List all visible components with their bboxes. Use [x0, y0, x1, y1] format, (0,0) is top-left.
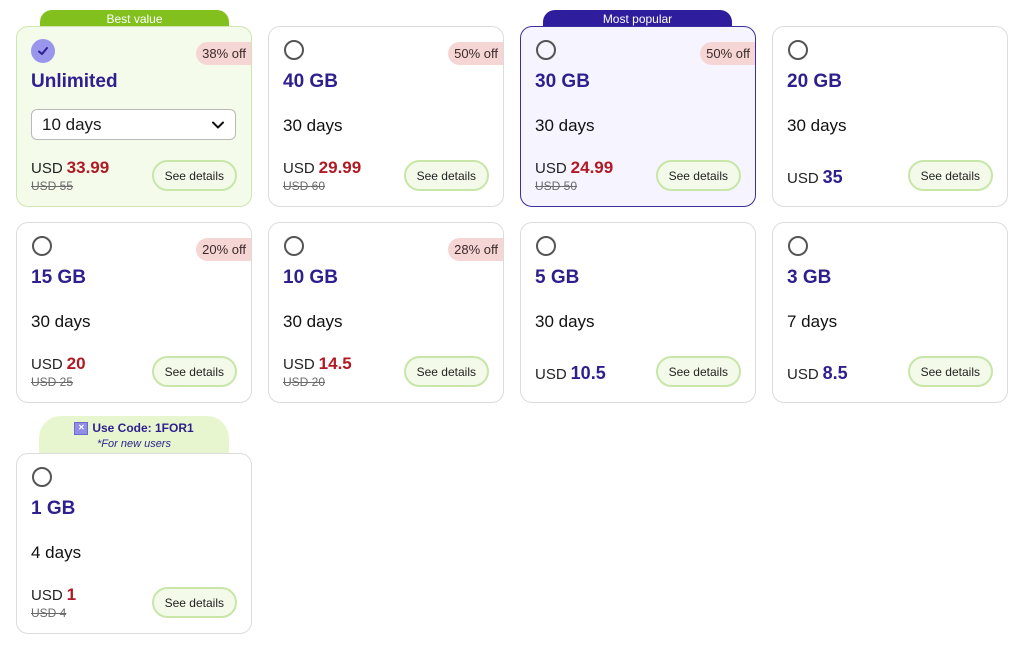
price-amount: 33.99: [66, 158, 110, 177]
old-price: USD 25: [31, 375, 74, 389]
see-details-button[interactable]: See details: [907, 356, 993, 387]
currency-label: USD: [31, 160, 63, 177]
plan-card-30gb[interactable]: 50% off 30 GB 30 days USD 24.99 USD 50 Se…: [520, 26, 756, 207]
discount-badge: 20% off: [196, 238, 251, 261]
plan-radio[interactable]: [284, 236, 304, 256]
price: USD 20: [31, 354, 86, 374]
plan-duration: 30 days: [283, 116, 343, 135]
old-price: USD 4: [31, 606, 67, 620]
plan-name: Unlimited: [31, 71, 118, 92]
plan-radio[interactable]: [536, 40, 556, 60]
old-price: USD 50: [535, 179, 578, 193]
plan-card-10gb[interactable]: 28% off 10 GB 30 days USD 14.5 USD 20 See…: [268, 222, 504, 403]
price-amount: 10.5: [570, 363, 606, 383]
promo-banner: ✕ Use Code: 1FOR1 *For new users: [39, 416, 229, 454]
duration-select-value: 10 days: [42, 114, 102, 134]
plan-card-15gb[interactable]: 20% off 15 GB 30 days USD 20 USD 25 See d…: [16, 222, 252, 403]
currency-label: USD: [535, 160, 567, 177]
price: USD 14.5: [283, 354, 352, 374]
plan-name: 5 GB: [535, 267, 580, 288]
price-amount: 1: [66, 585, 77, 604]
plan-radio[interactable]: [788, 236, 808, 256]
plan-name: 3 GB: [787, 267, 832, 288]
check-icon: [38, 47, 48, 55]
price: USD 24.99: [535, 158, 613, 178]
duration-select[interactable]: 10 days: [31, 109, 236, 140]
plan-name: 15 GB: [31, 267, 86, 288]
best-value-label: Best value: [106, 11, 163, 26]
plan-radio[interactable]: [536, 236, 556, 256]
plan-duration: 4 days: [31, 543, 82, 562]
most-popular-badge: Most popular: [543, 10, 732, 27]
promo-code-line: ✕ Use Code: 1FOR1: [39, 421, 229, 435]
plan-radio[interactable]: [788, 40, 808, 60]
plan-card-5gb[interactable]: 5 GB 30 days USD 10.5 See details: [520, 222, 756, 403]
discount-badge: 50% off: [448, 42, 503, 65]
discount-badge: 28% off: [448, 238, 503, 261]
most-popular-label: Most popular: [602, 11, 673, 26]
see-details-button[interactable]: See details: [907, 160, 993, 191]
chevron-down-icon: [212, 121, 224, 128]
plan-name: 1 GB: [31, 498, 76, 519]
plan-duration: 30 days: [283, 312, 343, 331]
price: USD 29.99: [283, 158, 361, 178]
promo-code-text: Use Code: 1FOR1: [92, 421, 194, 435]
plan-card-1gb[interactable]: 1 GB 4 days USD 1 USD 4 See details: [16, 453, 252, 634]
price-amount: 24.99: [570, 158, 614, 177]
plan-duration: 7 days: [787, 312, 838, 331]
see-details-button[interactable]: See details: [151, 587, 237, 618]
price: USD 10.5: [535, 363, 606, 384]
see-details-button[interactable]: See details: [151, 356, 237, 387]
currency-label: USD: [283, 356, 315, 373]
plan-name: 10 GB: [283, 267, 338, 288]
plan-card-unlimited[interactable]: 38% off Unlimited 10 days USD 33.99 USD 5…: [16, 26, 252, 207]
price: USD 33.99: [31, 158, 109, 178]
plan-duration: 30 days: [787, 116, 847, 135]
currency-label: USD: [787, 366, 819, 383]
price-amount: 35: [822, 167, 843, 187]
plan-radio[interactable]: [32, 236, 52, 256]
see-details-button[interactable]: See details: [403, 160, 489, 191]
discount-badge: 50% off: [700, 42, 755, 65]
price-amount: 20: [66, 354, 86, 373]
price: USD 1: [31, 585, 76, 605]
old-price: USD 55: [31, 179, 74, 193]
currency-label: USD: [283, 160, 315, 177]
plan-name: 30 GB: [535, 71, 590, 92]
promo-note: *For new users: [97, 438, 171, 450]
price: USD 8.5: [787, 363, 848, 384]
plan-card-40gb[interactable]: 50% off 40 GB 30 days USD 29.99 USD 60 Se…: [268, 26, 504, 207]
plan-name: 20 GB: [787, 71, 842, 92]
currency-label: USD: [31, 356, 63, 373]
plan-card-3gb[interactable]: 3 GB 7 days USD 8.5 See details: [772, 222, 1008, 403]
plan-duration: 30 days: [535, 116, 595, 135]
plan-radio[interactable]: [32, 467, 52, 487]
see-details-button[interactable]: See details: [655, 356, 741, 387]
plan-radio[interactable]: [284, 40, 304, 60]
plan-duration: 30 days: [31, 312, 91, 331]
currency-label: USD: [535, 366, 567, 383]
plan-card-20gb[interactable]: 20 GB 30 days USD 35 See details: [772, 26, 1008, 207]
see-details-button[interactable]: See details: [151, 160, 237, 191]
plan-duration: 30 days: [535, 312, 595, 331]
price: USD 35: [787, 167, 843, 188]
old-price: USD 60: [283, 179, 326, 193]
best-value-badge: Best value: [40, 10, 229, 27]
plan-name: 40 GB: [283, 71, 338, 92]
currency-label: USD: [787, 170, 819, 187]
price-amount: 29.99: [318, 158, 362, 177]
plan-radio-selected[interactable]: [31, 39, 55, 63]
old-price: USD 20: [283, 375, 326, 389]
close-icon: ✕: [74, 421, 89, 435]
see-details-button[interactable]: See details: [655, 160, 741, 191]
currency-label: USD: [31, 587, 63, 604]
discount-badge: 38% off: [196, 42, 251, 65]
price-amount: 8.5: [822, 363, 848, 383]
see-details-button[interactable]: See details: [403, 356, 489, 387]
price-amount: 14.5: [318, 354, 352, 373]
